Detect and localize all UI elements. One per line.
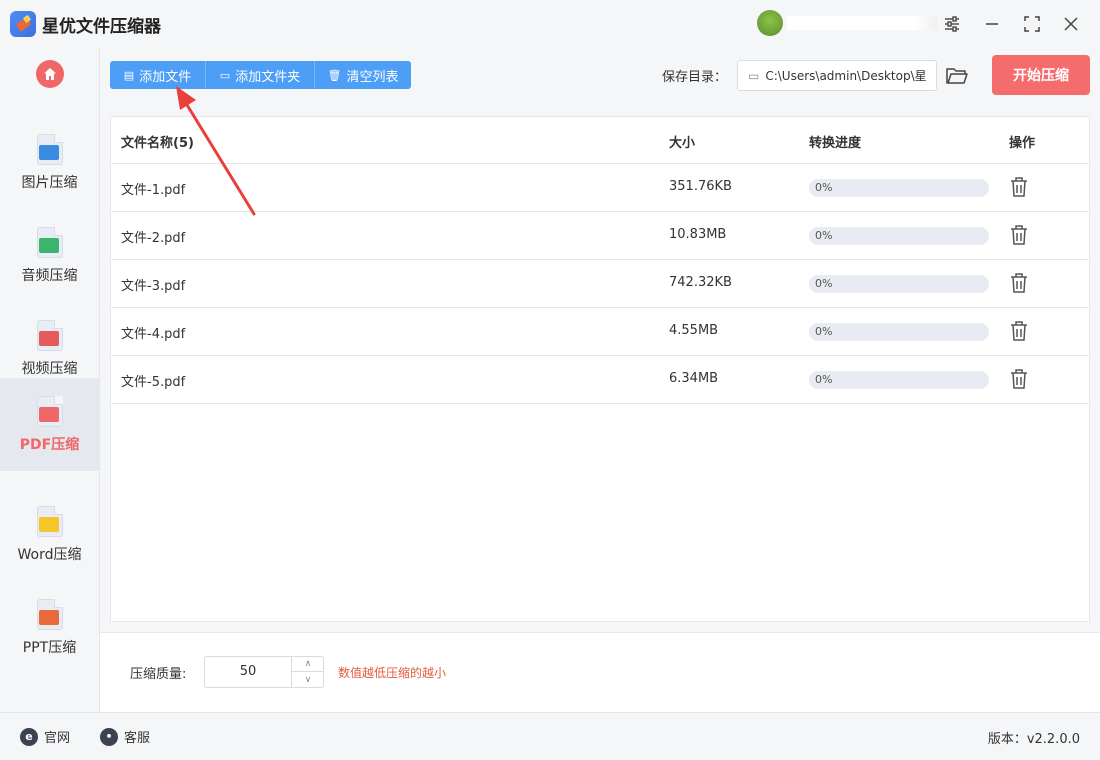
app-title: 星优文件压缩器 [42, 16, 161, 37]
table-row: 文件-4.pdf 4.55MB 0% [111, 308, 1089, 356]
audio-compress-icon [36, 226, 64, 259]
sidebar-item-pdf[interactable]: PDF压缩 [0, 378, 99, 471]
sidebar-item-label: Word压缩 [17, 546, 82, 563]
word-compress-icon [36, 505, 64, 538]
delete-icon[interactable] [1009, 224, 1029, 246]
add-file-button[interactable]: ▤ 添加文件 [110, 61, 206, 89]
version-text: 版本：v2.2.0.0 [987, 732, 1080, 747]
delete-icon[interactable] [1009, 272, 1029, 294]
folder-outline-icon: ▭ [748, 68, 760, 83]
home-icon [44, 68, 56, 80]
table-row: 文件-3.pdf 742.32KB 0% [111, 260, 1089, 308]
sidebar-item-label: 音频压缩 [21, 267, 78, 284]
file-name: 文件-1.pdf [121, 183, 186, 198]
file-name: 文件-4.pdf [121, 327, 186, 342]
progress-bar: 0% [809, 323, 989, 341]
header-action: 操作 [1009, 136, 1036, 151]
clear-list-button[interactable]: 🗑︎ 清空列表 [315, 61, 411, 89]
sidebar: 图片压缩 音频压缩 视频压缩 PDF压缩 Word压缩 PPT压缩 [0, 48, 100, 712]
table-row: 文件-1.pdf 351.76KB 0% [111, 164, 1089, 212]
sidebar-item-word[interactable]: Word压缩 [0, 488, 99, 581]
header-size: 大小 [669, 136, 696, 151]
delete-icon[interactable] [1009, 368, 1029, 390]
home-button[interactable] [36, 60, 64, 88]
save-dir-field[interactable]: ▭ C:\Users\admin\Desktop\星 [737, 60, 937, 91]
quality-stepper[interactable]: 50 ∧ ∨ [204, 656, 324, 688]
website-label: 官网 [44, 731, 71, 746]
browse-folder-button[interactable] [945, 63, 969, 87]
sidebar-item-label: PPT压缩 [22, 639, 77, 656]
progress-bar: 0% [809, 227, 989, 245]
sidebar-item-ppt[interactable]: PPT压缩 [0, 581, 99, 674]
file-name: 文件-2.pdf [121, 231, 186, 246]
save-dir-label: 保存目录： [662, 70, 728, 85]
table-row: 文件-2.pdf 10.83MB 0% [111, 212, 1089, 260]
browser-e-icon: e [20, 727, 38, 746]
file-table: 文件名称(5) 大小 转换进度 操作 文件-1.pdf 351.76KB 0% 文件-… [110, 116, 1090, 622]
header-progress: 转换进度 [809, 136, 862, 151]
quality-panel: 压缩质量: 50 ∧ ∨ 数值越低压缩的越小 [100, 632, 1100, 712]
title-bar: 星优文件压缩器 [0, 0, 1100, 48]
sidebar-item-label: 视频压缩 [21, 360, 78, 377]
file-size: 4.55MB [669, 323, 719, 338]
delete-icon[interactable] [1009, 320, 1029, 342]
footer: e 官网 • 客服 版本：v2.2.0.0 [0, 712, 1100, 760]
ppt-compress-icon [36, 598, 64, 631]
support-link[interactable]: • 客服 [100, 727, 150, 746]
progress-text: 0% [815, 229, 833, 242]
progress-bar: 0% [809, 275, 989, 293]
settings-sliders-icon[interactable] [939, 11, 965, 37]
progress-bar: 0% [809, 179, 989, 197]
file-size: 351.76KB [669, 179, 732, 194]
quality-value[interactable]: 50 [205, 664, 291, 679]
sidebar-item-image[interactable]: 图片压缩 [0, 116, 99, 209]
open-folder-icon [946, 68, 968, 84]
clear-list-label: 清空列表 [346, 69, 399, 85]
add-folder-label: 添加文件夹 [235, 69, 301, 85]
decrement-button[interactable]: ∨ [291, 672, 324, 687]
minimize-icon[interactable] [979, 11, 1005, 37]
quality-label: 压缩质量: [130, 667, 187, 682]
image-compress-icon [36, 133, 64, 166]
file-size: 6.34MB [669, 371, 719, 386]
avatar[interactable] [757, 10, 783, 36]
folder-icon: ▭ [219, 68, 231, 82]
file-name: 文件-3.pdf [121, 279, 186, 294]
file-toolbar: ▤ 添加文件 ▭ 添加文件夹 🗑︎ 清空列表 [110, 61, 411, 89]
file-icon: ▤ [123, 68, 135, 82]
progress-text: 0% [815, 325, 833, 338]
file-name: 文件-5.pdf [121, 375, 186, 390]
save-dir-value: C:\Users\admin\Desktop\星 [765, 69, 927, 83]
app-logo-icon [10, 11, 36, 37]
video-compress-icon [36, 319, 64, 352]
website-link[interactable]: e 官网 [20, 727, 70, 746]
user-name-redacted [787, 16, 937, 30]
sidebar-item-label: 图片压缩 [21, 174, 78, 191]
progress-text: 0% [815, 373, 833, 386]
progress-text: 0% [815, 277, 833, 290]
chat-bubble-icon: • [100, 727, 118, 746]
table-header: 文件名称(5) 大小 转换进度 操作 [111, 117, 1089, 164]
increment-button[interactable]: ∧ [291, 657, 324, 672]
file-size: 742.32KB [669, 275, 732, 290]
add-folder-button[interactable]: ▭ 添加文件夹 [206, 61, 315, 89]
file-size: 10.83MB [669, 227, 727, 242]
sidebar-item-audio[interactable]: 音频压缩 [0, 209, 99, 302]
sidebar-item-label: PDF压缩 [19, 436, 80, 453]
support-label: 客服 [124, 731, 151, 746]
add-file-label: 添加文件 [139, 69, 192, 85]
maximize-icon[interactable] [1019, 11, 1045, 37]
delete-icon[interactable] [1009, 176, 1029, 198]
progress-bar: 0% [809, 371, 989, 389]
trash-small-icon: 🗑︎ [327, 68, 342, 82]
quality-hint: 数值越低压缩的越小 [338, 666, 447, 680]
header-name: 文件名称(5) [121, 136, 194, 151]
table-row: 文件-5.pdf 6.34MB 0% [111, 356, 1089, 404]
close-icon[interactable] [1058, 11, 1084, 37]
user-account[interactable] [757, 10, 937, 36]
progress-text: 0% [815, 181, 833, 194]
start-compress-button[interactable]: 开始压缩 [992, 55, 1090, 95]
pdf-compress-icon [36, 395, 64, 428]
